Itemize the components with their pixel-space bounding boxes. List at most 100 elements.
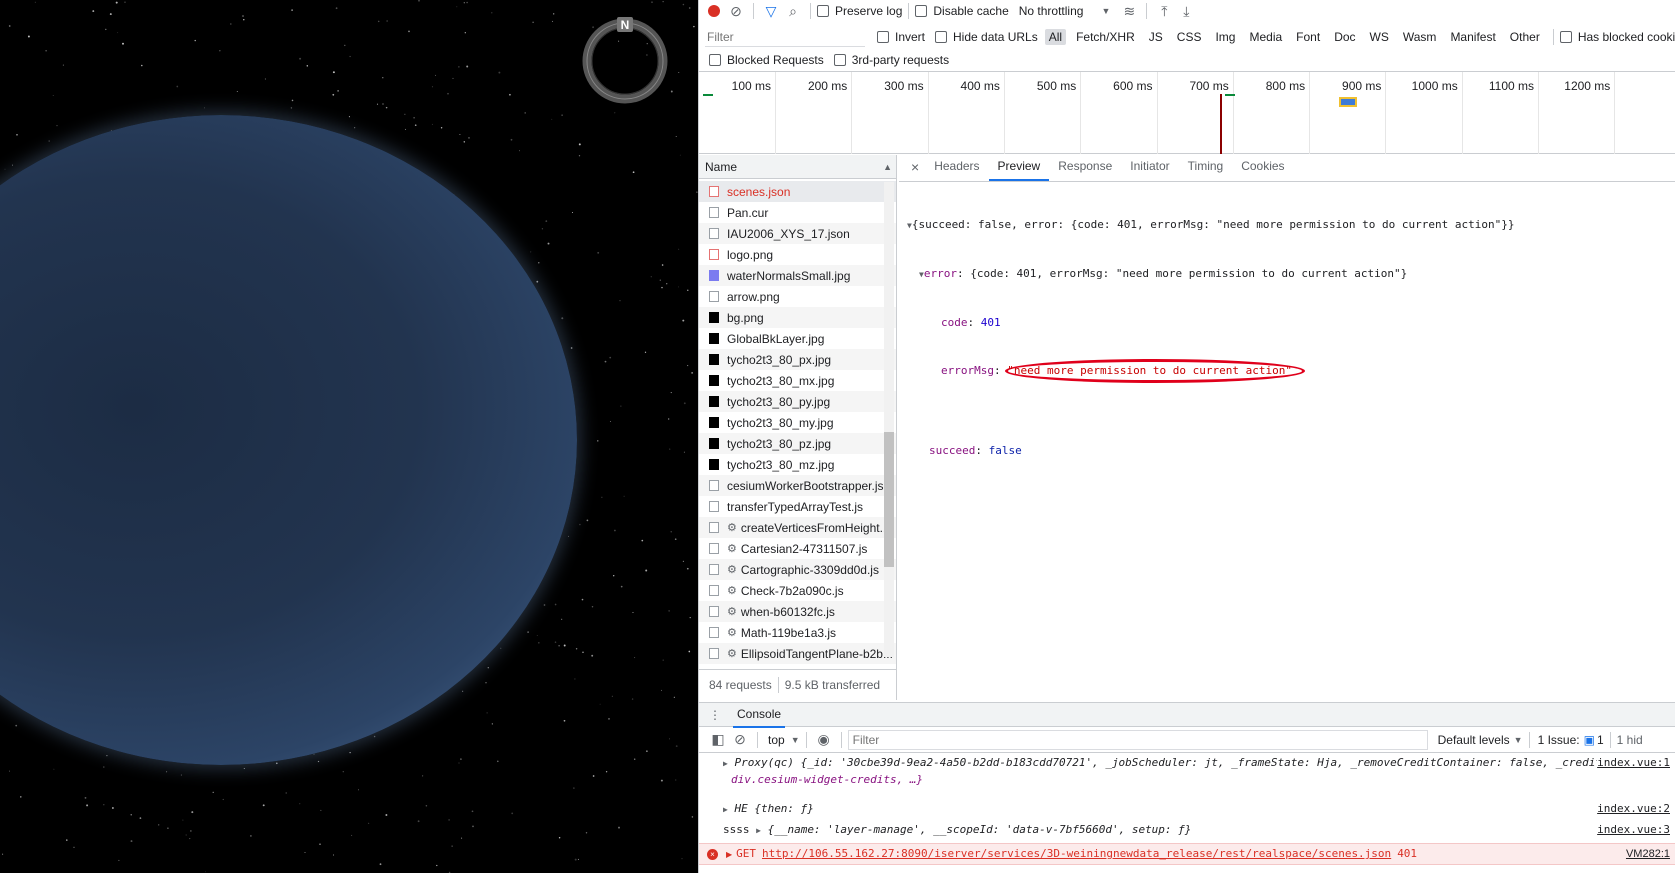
console-log-row[interactable]: ssss ▶ {__name: 'layer-manage', __scopeI… bbox=[699, 822, 1675, 839]
cesium-viewer[interactable]: N bbox=[0, 0, 698, 873]
tab-response[interactable]: Response bbox=[1049, 153, 1121, 181]
log-object[interactable]: Proxy(qc) {_id: '30cbe39d-9ea2-4a50-b2dd… bbox=[734, 756, 1668, 769]
error-url[interactable]: http://106.55.162.27:8090/iserver/servic… bbox=[762, 846, 1391, 862]
file-type-icon bbox=[709, 375, 719, 386]
filter-type-wasm[interactable]: Wasm bbox=[1399, 29, 1441, 45]
timeline-overview[interactable]: 100 ms 200 ms 300 ms 400 ms 500 ms 600 ms 700 … bbox=[699, 71, 1675, 154]
clear-console-icon[interactable]: ⊘ bbox=[729, 729, 751, 751]
expand-triangle-icon[interactable]: ▶ bbox=[726, 850, 732, 859]
chevron-down-icon[interactable]: ▼ bbox=[791, 735, 800, 745]
clear-icon[interactable]: ⊘ bbox=[725, 0, 747, 22]
request-row[interactable]: waterNormalsSmall.jpg bbox=[699, 265, 896, 286]
download-icon[interactable]: ⤓ bbox=[1175, 0, 1197, 22]
network-conditions-icon[interactable]: ≋ bbox=[1118, 0, 1140, 22]
request-row[interactable]: ⚙ Check-7b2a090c.js bbox=[699, 580, 896, 601]
filter-type-font[interactable]: Font bbox=[1292, 29, 1324, 45]
request-row[interactable]: tycho2t3_80_px.jpg bbox=[699, 349, 896, 370]
compass-widget[interactable]: N bbox=[580, 16, 670, 106]
request-row[interactable]: cesiumWorkerBootstrapper.js bbox=[699, 475, 896, 496]
log-source-link[interactable]: index.vue:1 bbox=[1597, 755, 1670, 771]
preview-root[interactable]: {succeed: false, error: {code: 401, erro… bbox=[912, 218, 1515, 231]
issues-count[interactable]: 1 bbox=[1597, 733, 1604, 747]
request-row[interactable]: logo.png bbox=[699, 244, 896, 265]
third-party-checkbox[interactable] bbox=[833, 54, 846, 66]
expand-triangle-icon[interactable]: ▶ bbox=[723, 759, 728, 768]
invert-checkbox[interactable] bbox=[877, 31, 889, 43]
request-row[interactable]: scenes.json bbox=[699, 181, 896, 202]
request-row[interactable]: IAU2006_XYS_17.json bbox=[699, 223, 896, 244]
tab-preview[interactable]: Preview bbox=[988, 153, 1050, 181]
filter-type-other[interactable]: Other bbox=[1506, 29, 1544, 45]
request-row[interactable]: tycho2t3_80_my.jpg bbox=[699, 412, 896, 433]
throttling-select[interactable]: No throttling bbox=[1019, 4, 1084, 18]
log-object[interactable]: {__name: 'layer-manage', __scopeId: 'dat… bbox=[768, 823, 1192, 836]
request-row[interactable]: tycho2t3_80_py.jpg bbox=[699, 391, 896, 412]
tab-console[interactable]: Console bbox=[733, 702, 786, 728]
request-row[interactable]: ⚙ Math-119be1a3.js bbox=[699, 622, 896, 643]
has-blocked-cookies-checkbox[interactable] bbox=[1559, 31, 1572, 43]
chevron-down-icon[interactable]: ▼ bbox=[1101, 6, 1110, 16]
log-source-link[interactable]: index.vue:2 bbox=[1597, 801, 1670, 817]
blocked-requests-checkbox[interactable] bbox=[709, 54, 721, 66]
filter-type-manifest[interactable]: Manifest bbox=[1446, 29, 1499, 45]
tab-headers[interactable]: Headers bbox=[925, 153, 988, 181]
request-row[interactable]: arrow.png bbox=[699, 286, 896, 307]
log-source-link[interactable]: index.vue:3 bbox=[1597, 822, 1670, 838]
close-icon[interactable]: × bbox=[905, 153, 925, 181]
sort-ascending-icon[interactable]: ▲ bbox=[883, 162, 892, 172]
filter-type-fetch-xhr[interactable]: Fetch/XHR bbox=[1072, 29, 1139, 45]
request-list-scrollbar[interactable] bbox=[884, 182, 894, 657]
request-name: IAU2006_XYS_17.json bbox=[727, 226, 850, 241]
upload-icon[interactable]: ⤒ bbox=[1153, 0, 1175, 22]
request-row[interactable]: tycho2t3_80_mx.jpg bbox=[699, 370, 896, 391]
request-row[interactable]: GlobalBkLayer.jpg bbox=[699, 328, 896, 349]
request-row[interactable]: ⚙ Cartographic-3309dd0d.js bbox=[699, 559, 896, 580]
filter-input[interactable] bbox=[705, 27, 865, 47]
request-row[interactable]: tycho2t3_80_mz.jpg bbox=[699, 454, 896, 475]
preview-error-value[interactable]: {code: 401, errorMsg: "need more permiss… bbox=[970, 267, 1407, 280]
request-row[interactable]: ⚙ when-b60132fc.js bbox=[699, 601, 896, 622]
disable-cache-checkbox[interactable] bbox=[915, 5, 928, 17]
context-selector[interactable]: top bbox=[768, 733, 785, 747]
network-summary: 84 requests 9.5 kB transferred bbox=[699, 669, 897, 699]
filter-icon[interactable]: ▽ bbox=[760, 0, 782, 22]
filter-type-all[interactable]: All bbox=[1044, 29, 1067, 45]
more-tabs-icon[interactable]: ⋮ bbox=[709, 708, 721, 722]
scrollbar-thumb[interactable] bbox=[884, 432, 894, 567]
filter-type-css[interactable]: CSS bbox=[1173, 29, 1206, 45]
request-row[interactable]: ⚙ EllipsoidTangentPlane-b2b... bbox=[699, 643, 896, 664]
console-filter-input[interactable] bbox=[847, 729, 1428, 750]
issues-label[interactable]: 1 Issue: bbox=[1538, 733, 1580, 747]
console-error-row[interactable]: × ▶ GET http://106.55.162.27:8090/iserve… bbox=[699, 843, 1675, 865]
chevron-down-icon[interactable]: ▼ bbox=[1514, 735, 1523, 745]
tab-cookies[interactable]: Cookies bbox=[1232, 153, 1293, 181]
request-row[interactable]: ⚙ createVerticesFromHeight... bbox=[699, 517, 896, 538]
log-levels-select[interactable]: Default levels bbox=[1438, 733, 1510, 747]
error-source-link[interactable]: VM282:1 bbox=[1626, 848, 1670, 860]
tab-initiator[interactable]: Initiator bbox=[1121, 153, 1178, 181]
tab-timing[interactable]: Timing bbox=[1179, 153, 1233, 181]
preserve-log-checkbox[interactable] bbox=[817, 5, 829, 17]
hide-data-urls-checkbox[interactable] bbox=[935, 31, 948, 43]
request-row[interactable]: ⚙ Cartesian2-47311507.js bbox=[699, 538, 896, 559]
filter-type-ws[interactable]: WS bbox=[1366, 29, 1393, 45]
search-icon[interactable]: ⌕ bbox=[782, 0, 804, 22]
filter-type-js[interactable]: JS bbox=[1145, 29, 1167, 45]
expand-triangle-icon[interactable]: ▶ bbox=[723, 805, 728, 814]
filter-type-media[interactable]: Media bbox=[1245, 29, 1286, 45]
request-row[interactable]: bg.png bbox=[699, 307, 896, 328]
request-row[interactable]: tycho2t3_80_pz.jpg bbox=[699, 433, 896, 454]
request-row[interactable]: transferTypedArrayTest.js bbox=[699, 496, 896, 517]
log-object[interactable]: HE {then: ƒ} bbox=[734, 802, 813, 815]
filter-type-img[interactable]: Img bbox=[1211, 29, 1239, 45]
console-log-row[interactable]: ▶ Proxy(qc) {_id: '30cbe39d-9ea2-4a50-b2… bbox=[699, 755, 1675, 788]
eye-icon[interactable]: ◉ bbox=[813, 729, 835, 751]
request-row[interactable]: Pan.cur bbox=[699, 202, 896, 223]
console-log-row[interactable]: ▶ HE {then: ƒ} index.vue:2 bbox=[699, 801, 1675, 818]
expand-triangle-icon[interactable]: ▶ bbox=[756, 826, 761, 835]
filter-type-doc[interactable]: Doc bbox=[1330, 29, 1359, 45]
name-column-header[interactable]: Name ▲ bbox=[699, 155, 896, 179]
record-icon[interactable] bbox=[703, 0, 725, 22]
sidebar-toggle-icon[interactable]: ◧ bbox=[707, 729, 729, 751]
timeline-tick-label: 700 ms bbox=[1189, 79, 1229, 93]
